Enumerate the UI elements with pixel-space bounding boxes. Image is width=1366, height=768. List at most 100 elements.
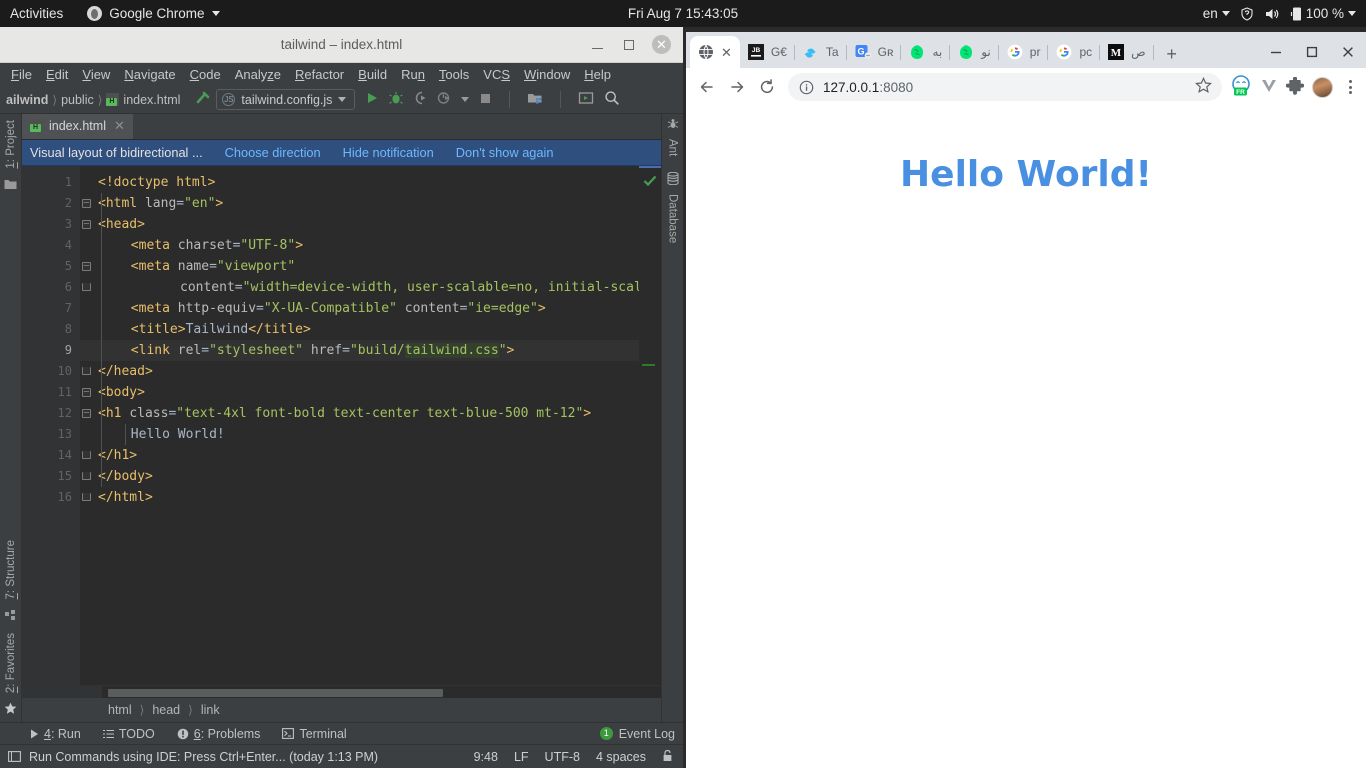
caret-position[interactable]: 9:48 bbox=[474, 750, 498, 764]
run-configuration-selector[interactable]: JS tailwind.config.js bbox=[216, 89, 356, 110]
code-line[interactable]: <body> bbox=[80, 382, 639, 403]
database-icon[interactable] bbox=[666, 172, 679, 188]
browser-tab-green-1[interactable]: به bbox=[901, 36, 951, 68]
forward-button[interactable] bbox=[722, 72, 752, 102]
browser-tab-medium[interactable]: M ص bbox=[1100, 36, 1154, 68]
search-everywhere-icon[interactable] bbox=[604, 90, 620, 109]
ant-icon[interactable] bbox=[667, 118, 679, 133]
browser-tab-google-1[interactable]: pr bbox=[999, 36, 1049, 68]
bookmark-star-icon[interactable] bbox=[1194, 76, 1213, 97]
reload-button[interactable] bbox=[752, 72, 782, 102]
minimize-button[interactable] bbox=[590, 37, 605, 52]
inspection-ok-icon[interactable] bbox=[643, 174, 657, 191]
back-button[interactable] bbox=[692, 72, 722, 102]
menu-analyze[interactable]: Analyze bbox=[228, 65, 288, 84]
code-line[interactable]: <!doctype html> bbox=[80, 172, 639, 193]
menu-build[interactable]: Build bbox=[351, 65, 394, 84]
profile-icon[interactable] bbox=[437, 91, 451, 108]
code-line[interactable]: <title>Tailwind</title> bbox=[80, 319, 639, 340]
sidebar-item-favorites[interactable]: 2: Favorites bbox=[5, 627, 17, 699]
vimium-icon[interactable] bbox=[1260, 77, 1278, 98]
scrollbar-thumb[interactable] bbox=[108, 689, 443, 697]
code-editor[interactable]: 1 2–3–4 5–6 7 8 9 10 11–12–13 14 15 16 <!doctype h… bbox=[22, 166, 661, 685]
kebab-menu-icon[interactable] bbox=[1341, 80, 1360, 94]
keyboard-layout-indicator[interactable]: en bbox=[1203, 6, 1230, 21]
change-marker[interactable] bbox=[642, 364, 655, 366]
maximize-button[interactable] bbox=[1294, 36, 1330, 68]
choose-direction-link[interactable]: Choose direction bbox=[225, 145, 321, 160]
editor-tab-index-html[interactable]: index.html ✕ bbox=[22, 114, 133, 139]
hide-notification-link[interactable]: Hide notification bbox=[343, 145, 434, 160]
browser-tab-tailwind[interactable]: Ta bbox=[795, 36, 847, 68]
code-line[interactable]: </h1> bbox=[80, 445, 639, 466]
maximize-button[interactable] bbox=[621, 37, 636, 52]
editor-marker-gutter[interactable] bbox=[639, 166, 661, 685]
code-line[interactable]: <meta http-equiv="X-UA-Compatible" conte… bbox=[80, 298, 639, 319]
menu-code[interactable]: Code bbox=[183, 65, 228, 84]
code-line[interactable]: <link rel="stylesheet" href="build/tailw… bbox=[80, 340, 639, 361]
address-bar[interactable]: 127.0.0.1:8080 bbox=[788, 73, 1222, 101]
indent-setting[interactable]: 4 spaces bbox=[596, 750, 646, 764]
close-button[interactable] bbox=[1330, 36, 1366, 68]
new-tab-button[interactable]: + bbox=[1158, 40, 1186, 68]
chevron-down-icon[interactable] bbox=[461, 97, 470, 102]
code-line[interactable]: </body> bbox=[80, 466, 639, 487]
status-tool-run[interactable]: 4: Run bbox=[30, 727, 81, 741]
menu-edit[interactable]: Edit bbox=[39, 65, 75, 84]
file-encoding[interactable]: UTF-8 bbox=[545, 750, 580, 764]
code-line[interactable]: </head> bbox=[80, 361, 639, 382]
battery-indicator[interactable]: 100 % bbox=[1290, 6, 1356, 22]
structure-icon[interactable] bbox=[5, 609, 16, 624]
app-menu-chrome[interactable]: Google Chrome bbox=[77, 6, 229, 21]
folder-icon[interactable] bbox=[4, 178, 17, 193]
code-line[interactable]: <meta name="viewport" bbox=[80, 256, 639, 277]
code-line[interactable]: <meta charset="UTF-8"> bbox=[80, 235, 639, 256]
metamask-fr-icon[interactable]: FR bbox=[1230, 74, 1252, 100]
menu-vcs[interactable]: VCS bbox=[476, 65, 517, 84]
star-icon[interactable] bbox=[4, 702, 17, 718]
dont-show-again-link[interactable]: Don't show again bbox=[456, 145, 554, 160]
code-line[interactable]: <h1 class="text-4xl font-bold text-cente… bbox=[80, 403, 639, 424]
build-hammer-icon[interactable] bbox=[194, 89, 212, 110]
browser-tab-jetbrains[interactable]: JB G€ bbox=[740, 36, 795, 68]
run-icon[interactable] bbox=[365, 91, 379, 108]
updates-icon[interactable] bbox=[578, 91, 594, 108]
code-line[interactable]: <head> bbox=[80, 214, 639, 235]
browser-tab-localhost[interactable]: ✕ bbox=[690, 36, 740, 68]
breadcrumb-folder[interactable]: public bbox=[61, 93, 94, 107]
menu-help[interactable]: Help bbox=[577, 65, 618, 84]
menu-view[interactable]: View bbox=[75, 65, 117, 84]
menu-tools[interactable]: Tools bbox=[432, 65, 476, 84]
profile-avatar[interactable] bbox=[1312, 76, 1333, 98]
browser-tab-green-2[interactable]: نو bbox=[950, 36, 999, 68]
browser-tab-google-2[interactable]: pс bbox=[1048, 36, 1101, 68]
code-line[interactable]: <html lang="en"> bbox=[80, 193, 639, 214]
code-line[interactable]: content="width=device-width, user-scalab… bbox=[80, 277, 639, 298]
memory-indicator-icon[interactable] bbox=[8, 750, 21, 763]
puzzle-extensions-icon[interactable] bbox=[1285, 76, 1305, 98]
menu-refactor[interactable]: Refactor bbox=[288, 65, 351, 84]
close-tab-icon[interactable]: ✕ bbox=[114, 118, 125, 134]
breadcrumb-file[interactable]: index.html bbox=[106, 93, 180, 107]
status-tool-terminal[interactable]: Terminal bbox=[282, 727, 347, 741]
browser-tab-gmail[interactable]: G Gʀ bbox=[847, 36, 902, 68]
volume-icon[interactable] bbox=[1264, 6, 1281, 22]
close-tab-icon[interactable]: ✕ bbox=[721, 46, 732, 59]
sidebar-item-ant[interactable]: Ant bbox=[667, 133, 679, 162]
code-line[interactable]: </html> bbox=[80, 487, 639, 508]
status-tool-problems[interactable]: 6: Problems bbox=[177, 727, 260, 741]
line-number-gutter[interactable]: 1 2–3–4 5–6 7 8 9 10 11–12–13 14 15 16 bbox=[22, 166, 100, 685]
code-line[interactable]: Hello World! bbox=[80, 424, 639, 445]
activities-button[interactable]: Activities bbox=[0, 6, 77, 21]
sidebar-item-structure[interactable]: 7: Structure bbox=[5, 534, 17, 605]
breadcrumb-project[interactable]: ailwind bbox=[6, 93, 48, 107]
info-icon[interactable] bbox=[799, 80, 814, 95]
stop-icon[interactable] bbox=[479, 92, 492, 108]
menu-run[interactable]: Run bbox=[394, 65, 432, 84]
project-structure-icon[interactable] bbox=[527, 91, 543, 108]
close-button[interactable]: ✕ bbox=[652, 35, 671, 54]
menu-window[interactable]: Window bbox=[517, 65, 577, 84]
status-tool-todo[interactable]: TODO bbox=[102, 727, 155, 741]
breadcrumb-link[interactable]: link bbox=[201, 703, 220, 717]
line-separator[interactable]: LF bbox=[514, 750, 529, 764]
